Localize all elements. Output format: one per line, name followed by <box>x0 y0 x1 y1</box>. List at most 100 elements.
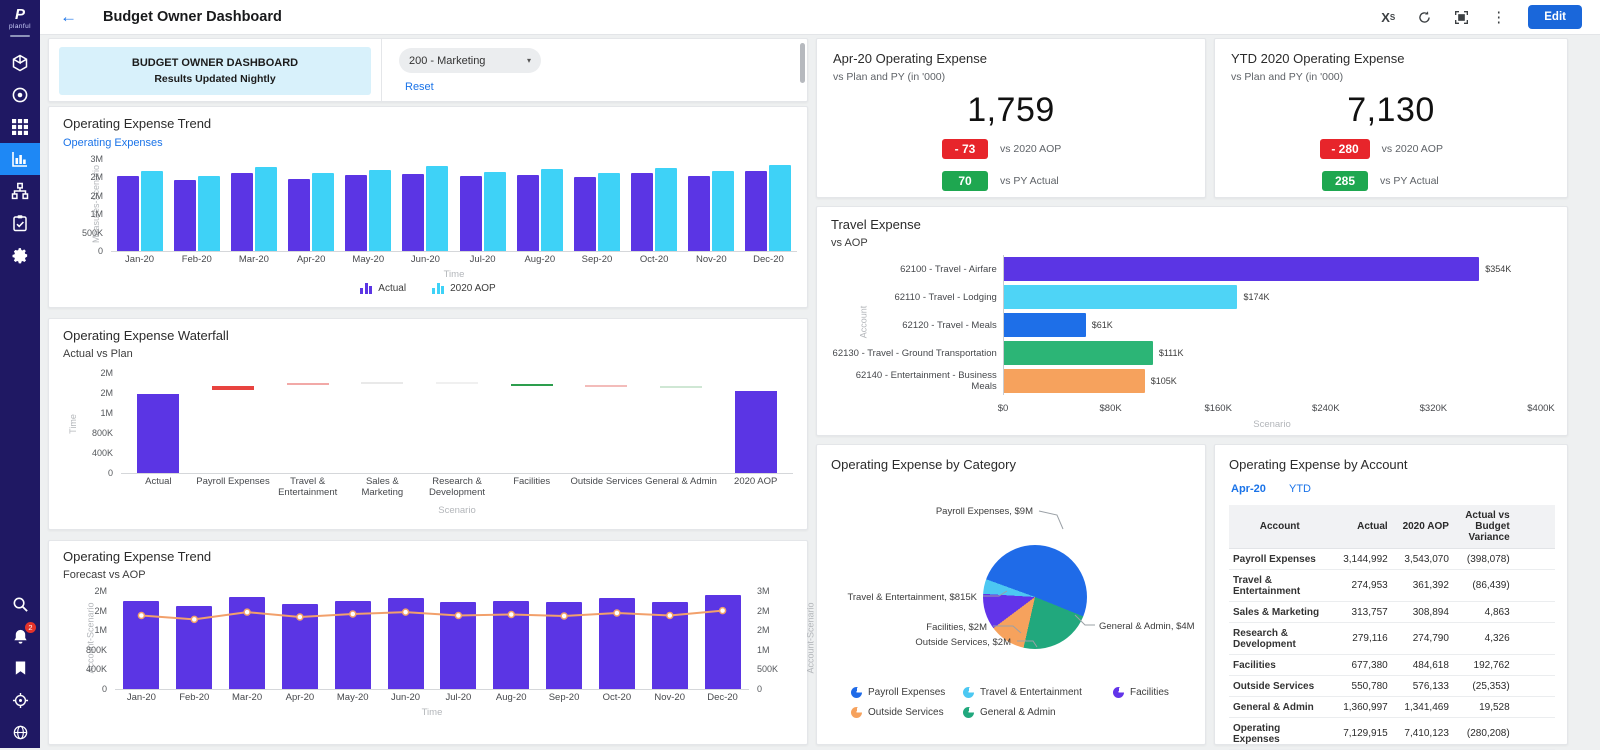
sidebar-item-goals[interactable] <box>0 79 40 111</box>
legend-item-actual[interactable]: Actual <box>360 283 406 294</box>
waterfall-bar-Outside[interactable] <box>585 385 627 387</box>
waterfall-bar-2020[interactable] <box>735 391 777 473</box>
sidebar-item-tasks[interactable] <box>0 207 40 239</box>
bar-Oct-20-Actual[interactable] <box>631 173 653 251</box>
tab-ytd[interactable]: YTD <box>1289 483 1311 495</box>
reset-link[interactable]: Reset <box>405 81 434 93</box>
x-axis-labels: ActualPayroll ExpensesTravel & Entertain… <box>121 477 793 499</box>
bar-Nov-20-2020 AOP[interactable] <box>712 171 734 251</box>
waterfall-bar-Payroll[interactable] <box>212 386 254 390</box>
tab-apr-20[interactable]: Apr-20 <box>1231 483 1266 495</box>
sidebar-item-bookmarks[interactable] <box>0 652 40 684</box>
forecast-bar-Feb-20[interactable] <box>176 606 212 689</box>
operating-expenses-link[interactable]: Operating Expenses <box>63 137 163 149</box>
sidebar-item-navigate[interactable] <box>0 684 40 716</box>
sidebar-item-global[interactable] <box>0 716 40 748</box>
forecast-bar-Apr-20[interactable] <box>282 604 318 689</box>
waterfall-bar-Research Development[interactable] <box>436 382 478 384</box>
bar-Jan-20-Actual[interactable] <box>117 176 139 251</box>
sidebar-item-search[interactable] <box>0 588 40 620</box>
sidebar-item-settings[interactable] <box>0 239 40 271</box>
sidebar-item-modeling[interactable] <box>0 47 40 79</box>
x-axis-title: Time <box>111 269 797 280</box>
travel-bar[interactable] <box>1004 285 1238 309</box>
forecast-bar-May-20[interactable] <box>335 601 371 689</box>
forecast-bar-Aug-20[interactable] <box>493 601 529 689</box>
bar-Nov-20-Actual[interactable] <box>688 176 710 251</box>
legend-item-2020-aop[interactable]: 2020 AOP <box>432 283 496 294</box>
forecast-bar-Mar-20[interactable] <box>229 597 265 689</box>
waterfall-bar-Facilities[interactable] <box>511 384 553 386</box>
substitution-variables-icon[interactable]: XS <box>1381 10 1395 25</box>
waterfall-bar-Sales[interactable] <box>361 382 403 384</box>
hierarchy-icon <box>11 182 29 200</box>
fullscreen-icon[interactable] <box>1454 10 1469 25</box>
pie-legend-item[interactable]: Travel & Entertainment <box>963 687 1113 698</box>
forecast-bar-Jul-20[interactable] <box>440 602 476 689</box>
bar-May-20-Actual[interactable] <box>345 175 367 251</box>
more-options-icon[interactable]: ⋮ <box>1491 8 1506 26</box>
bar-Apr-20-Actual[interactable] <box>288 179 310 251</box>
bar-group <box>740 159 797 251</box>
category-pie-chart[interactable] <box>983 545 1087 649</box>
bar-May-20-2020 AOP[interactable] <box>369 170 391 251</box>
travel-bar[interactable] <box>1004 257 1479 281</box>
refresh-icon[interactable] <box>1417 10 1432 25</box>
pie-legend-item[interactable]: General & Admin <box>963 707 1113 718</box>
bar-Jun-20-2020 AOP[interactable] <box>426 166 448 251</box>
bar-Dec-20-Actual[interactable] <box>745 171 767 251</box>
travel-row: 62140 - Entertainment - Business Meals$1… <box>831 367 1541 395</box>
sidebar-item-dashboards[interactable] <box>0 143 40 175</box>
scrollbar-thumb[interactable] <box>800 43 805 83</box>
table-cell: 7,410,123 <box>1392 718 1453 750</box>
bar-Mar-20-2020 AOP[interactable] <box>255 167 277 251</box>
waterfall-bar-General[interactable] <box>660 386 702 388</box>
sidebar-item-notifications[interactable]: 2 <box>0 620 40 652</box>
forecast-bar-Nov-20[interactable] <box>652 602 688 689</box>
travel-bar[interactable] <box>1004 341 1153 365</box>
table-row[interactable]: General & Admin1,360,9971,341,46919,528 <box>1229 697 1555 718</box>
table-row[interactable]: Operating Expenses7,129,9157,410,123(280… <box>1229 718 1555 750</box>
back-arrow-icon[interactable]: ← <box>60 7 77 27</box>
bar-Aug-20-Actual[interactable] <box>517 175 539 251</box>
bar-Sep-20-2020 AOP[interactable] <box>598 173 620 252</box>
waterfall-bar-Travel Entertainment[interactable] <box>287 383 329 385</box>
bar-Sep-20-Actual[interactable] <box>574 177 596 251</box>
sidebar-item-apps[interactable] <box>0 111 40 143</box>
forecast-bar-Oct-20[interactable] <box>599 598 635 689</box>
table-row[interactable]: Facilities677,380484,618192,762 <box>1229 655 1555 676</box>
bar-Aug-20-2020 AOP[interactable] <box>541 169 563 251</box>
bar-Apr-20-2020 AOP[interactable] <box>312 173 334 251</box>
bar-Mar-20-Actual[interactable] <box>231 173 253 252</box>
forecast-bar-Dec-20[interactable] <box>705 595 741 689</box>
sidebar-item-hierarchy[interactable] <box>0 175 40 207</box>
travel-bar[interactable] <box>1004 369 1145 393</box>
pie-legend-item[interactable]: Payroll Expenses <box>851 687 963 698</box>
edit-button[interactable]: Edit <box>1528 5 1582 29</box>
table-row[interactable]: Payroll Expenses3,144,9923,543,070(398,0… <box>1229 549 1555 570</box>
pie-legend-item[interactable]: Facilities <box>1113 687 1191 698</box>
forecast-bar-Jun-20[interactable] <box>388 598 424 689</box>
bar-Oct-20-2020 AOP[interactable] <box>655 168 677 251</box>
y-tick-label: 800K <box>86 645 107 655</box>
bar-Feb-20-Actual[interactable] <box>174 180 196 251</box>
forecast-bar-Sep-20[interactable] <box>546 602 582 689</box>
table-cell: (398,078) <box>1453 549 1514 570</box>
planful-logo[interactable]: P planful <box>9 6 31 47</box>
forecast-bar-Jan-20[interactable] <box>123 601 159 689</box>
table-row[interactable]: Research & Development279,116274,7904,32… <box>1229 623 1555 655</box>
bar-Jan-20-2020 AOP[interactable] <box>141 171 163 251</box>
table-row[interactable]: Travel & Entertainment274,953361,392(86,… <box>1229 570 1555 602</box>
bar-Jul-20-Actual[interactable] <box>460 176 482 251</box>
bar-Jun-20-Actual[interactable] <box>402 174 424 251</box>
table-row[interactable]: Outside Services550,780576,133(25,353) <box>1229 676 1555 697</box>
x-axis-category: Outside Services <box>569 477 644 499</box>
waterfall-bar-Actual[interactable] <box>137 394 179 473</box>
bar-Jul-20-2020 AOP[interactable] <box>484 172 506 251</box>
bar-Feb-20-2020 AOP[interactable] <box>198 176 220 251</box>
pie-legend-item[interactable]: Outside Services <box>851 707 963 718</box>
table-row[interactable]: Sales & Marketing313,757308,8944,863 <box>1229 602 1555 623</box>
department-dropdown[interactable]: 200 - Marketing ▾ <box>399 48 541 73</box>
travel-bar[interactable] <box>1004 313 1086 337</box>
bar-Dec-20-2020 AOP[interactable] <box>769 165 791 251</box>
